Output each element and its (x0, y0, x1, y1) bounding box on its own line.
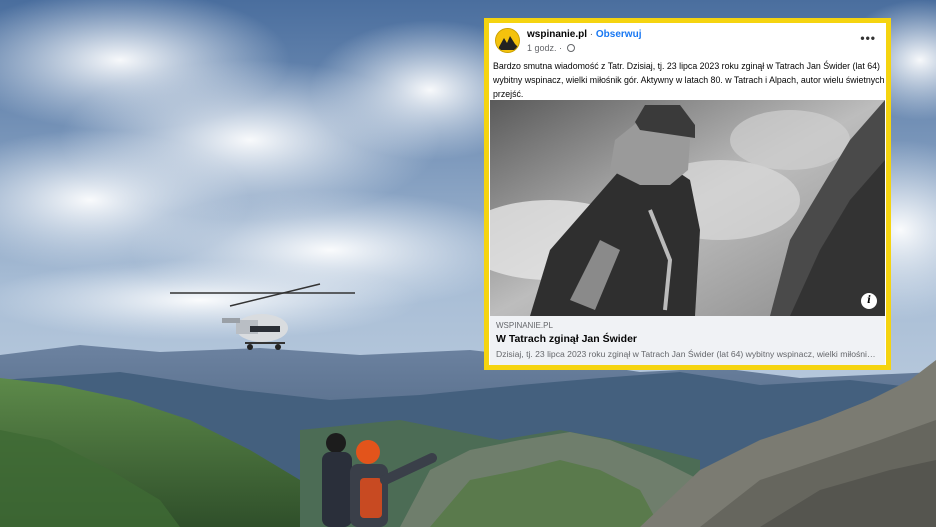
more-options-icon[interactable]: ••• (860, 31, 876, 45)
info-icon[interactable]: i (861, 293, 877, 309)
post-time[interactable]: 1 godz. · (527, 43, 565, 53)
post-meta: 1 godz. · (527, 43, 575, 53)
globe-icon (566, 44, 575, 52)
link-title[interactable]: W Tatrach zginął Jan Świder (496, 333, 637, 345)
facebook-post-card: wspinanie.pl · Obserwuj 1 godz. · ••• Ba… (484, 18, 891, 370)
page-avatar[interactable] (495, 28, 520, 53)
page-name-link[interactable]: wspinanie.pl (527, 29, 587, 40)
mountain-logo-icon (496, 29, 519, 52)
follow-button[interactable]: Obserwuj (596, 29, 642, 40)
post-text: Bardzo smutna wiadomość z Tatr. Dzisiaj,… (493, 61, 885, 99)
name-separator: · (587, 29, 596, 40)
link-preview[interactable]: WSPINANIE.PL W Tatrach zginął Jan Świder… (490, 316, 885, 365)
climber-photo (490, 100, 885, 316)
page-name-line: wspinanie.pl · Obserwuj (527, 29, 641, 40)
link-domain: WSPINANIE.PL (496, 321, 553, 330)
post-header: wspinanie.pl · Obserwuj 1 godz. · ••• (495, 27, 880, 57)
post-photo[interactable]: i (490, 100, 885, 316)
link-description: Dzisiaj, tj. 23 lipca 2023 roku zginął w… (496, 349, 876, 359)
